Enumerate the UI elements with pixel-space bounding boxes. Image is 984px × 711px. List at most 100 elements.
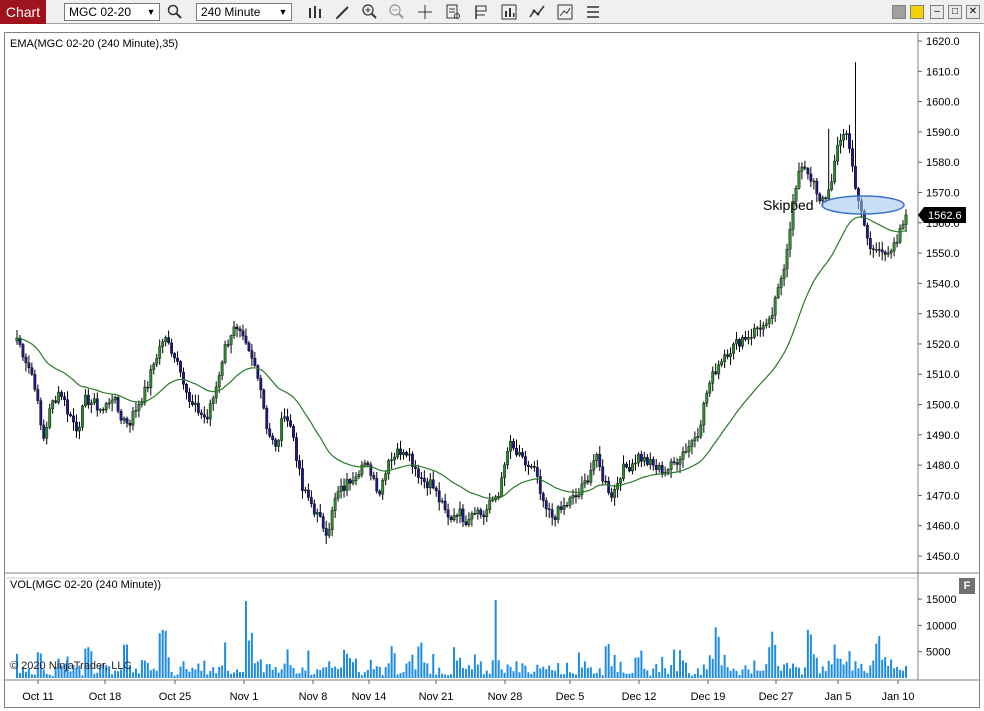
skipped-annotation: Skipped [763, 197, 814, 213]
price-tick-label: 1600.0 [926, 97, 960, 109]
candle-body [21, 344, 25, 358]
candle-body [532, 466, 536, 468]
volume-axis: 15000 10000 5000 [918, 594, 957, 659]
volume-bar [473, 654, 476, 678]
candle-body [33, 374, 37, 390]
candle-body [214, 386, 218, 399]
candle-body [39, 400, 43, 426]
price-tick-label: 1590.0 [926, 127, 960, 139]
candle-body [437, 490, 441, 503]
candle-body [66, 399, 69, 415]
candle-body [333, 497, 337, 511]
volume-bar [765, 664, 768, 678]
candle-body [446, 509, 450, 518]
volume-bar [738, 674, 741, 678]
candle-body [735, 339, 738, 345]
candle-body [193, 402, 197, 405]
volume-bar [512, 671, 515, 678]
candle-body [595, 454, 599, 461]
candle-body [806, 168, 810, 175]
time-tick-label: Oct 11 [22, 691, 54, 703]
candle-body [277, 440, 281, 447]
volume-bar [250, 632, 253, 678]
volume-bar [381, 674, 384, 678]
volume-bar [533, 671, 536, 678]
volume-bar [179, 666, 182, 678]
volume-bar [631, 672, 634, 678]
candle-body [761, 325, 765, 330]
candle-body [660, 465, 664, 475]
candle-body [580, 483, 584, 495]
time-tick-label: Nov 28 [488, 691, 523, 703]
candle-body [143, 386, 147, 403]
candle-body [119, 411, 123, 421]
volume-bar [134, 668, 137, 678]
candle-body [711, 371, 715, 384]
volume-bar [310, 674, 313, 678]
format-button[interactable]: F [959, 578, 975, 594]
price-tick-label: 1460.0 [926, 521, 960, 533]
candle-body [247, 342, 251, 351]
volume-bar [203, 660, 206, 678]
price-tick-label: 1570.0 [926, 187, 960, 199]
volume-bar [670, 665, 673, 678]
volume-bar [860, 663, 863, 678]
candle-body [309, 497, 313, 504]
volume-bar [592, 673, 595, 678]
candle-body [574, 495, 578, 498]
volume-bar [601, 675, 604, 678]
volume-bar [390, 646, 393, 678]
volume-bar [149, 670, 152, 678]
volume-bar [227, 670, 230, 678]
candle-body [898, 228, 902, 243]
candle-body [889, 250, 893, 254]
candle-body [687, 446, 691, 452]
candle-body [726, 354, 730, 357]
time-tick-label: Jan 10 [881, 691, 914, 703]
volume-bar [191, 667, 194, 678]
volume-bar [845, 661, 848, 678]
candle-body [752, 327, 756, 338]
candle-body [440, 500, 444, 503]
volume-bar [759, 670, 762, 678]
candle-body [854, 165, 857, 189]
candle-body [782, 268, 786, 279]
candle-body [598, 454, 602, 467]
candle-body [749, 337, 753, 339]
volume-bar [420, 642, 423, 678]
candle-body [657, 465, 661, 470]
volume-bar [586, 667, 589, 678]
chart-canvas[interactable]: EMA(MGC 02-20 (240 Minute),35) VOL(MGC 0… [0, 0, 984, 711]
volume-bar [708, 655, 711, 678]
volume-bar [375, 666, 378, 678]
candle-body [318, 512, 322, 517]
candle-body [351, 480, 355, 484]
candle-body [48, 408, 52, 428]
time-tick-label: Dec 19 [691, 691, 726, 703]
volume-bar [30, 674, 33, 678]
volume-bar [589, 667, 592, 678]
candle-body [149, 369, 153, 388]
volume-bar [613, 654, 616, 678]
volume-bar [259, 659, 262, 678]
candle-body [515, 447, 518, 456]
candle-body [416, 468, 420, 478]
candle-body [235, 326, 239, 330]
volume-bar [762, 670, 765, 678]
candle-body [98, 409, 102, 411]
candle-body [839, 140, 842, 146]
volume-bar [357, 672, 360, 678]
volume-bar [453, 647, 456, 678]
candle-body [262, 389, 266, 409]
volume-bar [524, 665, 527, 678]
candle-body [229, 335, 233, 345]
volume-bar [447, 675, 450, 678]
volume-bar [783, 664, 786, 678]
candle-body [815, 180, 819, 195]
volume-bar [563, 674, 566, 678]
candle-body [648, 459, 652, 465]
candle-body [524, 456, 527, 466]
candle-body [485, 509, 489, 518]
volume-bar [848, 651, 851, 678]
volume-bar [497, 660, 500, 678]
